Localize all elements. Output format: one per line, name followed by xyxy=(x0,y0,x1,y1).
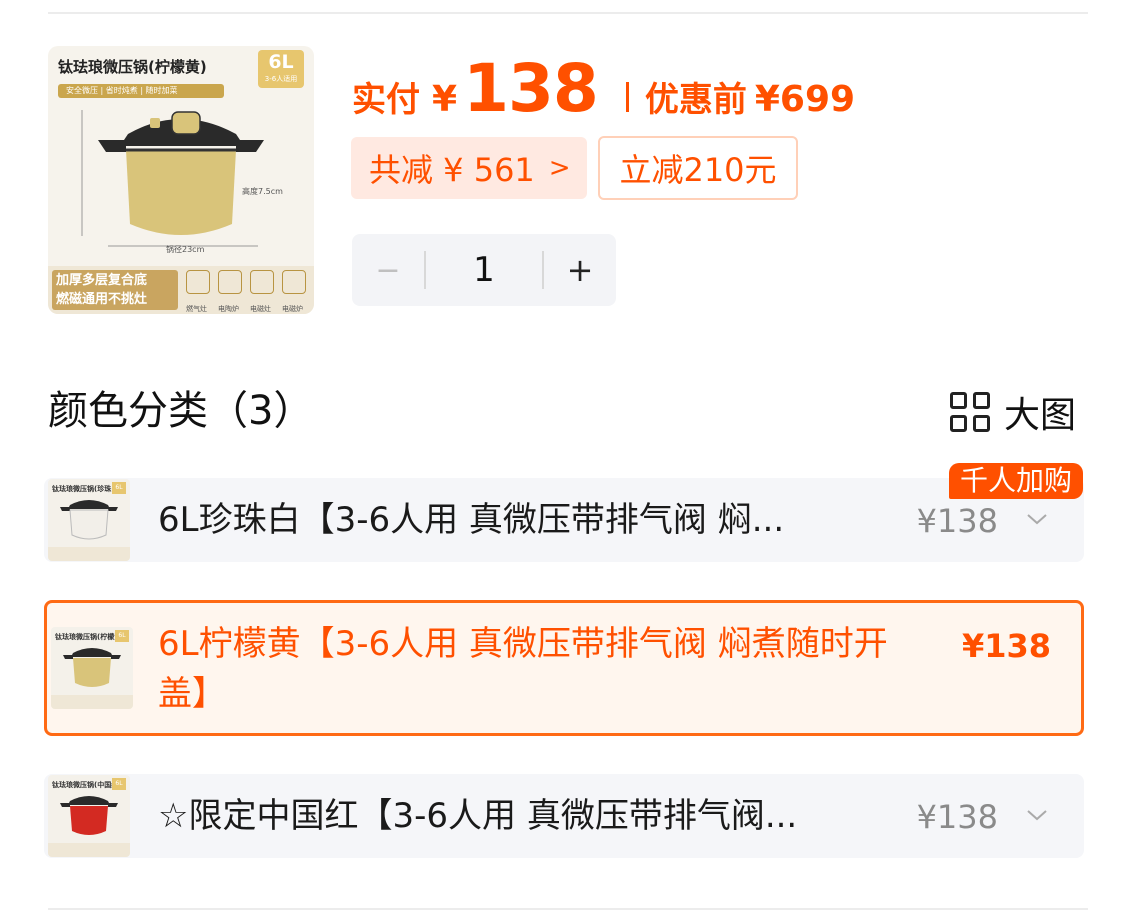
option-price: ¥138 xyxy=(961,627,1051,665)
option-thumbnail: 钛珐琅微压锅(中国红) 6L xyxy=(48,775,130,857)
color-category-title: 颜色分类（3） xyxy=(48,388,314,434)
currency-symbol: ¥ xyxy=(432,79,458,120)
option-price: ¥138 xyxy=(916,502,998,540)
product-image-title: 钛珐琅微压锅(柠檬黄) xyxy=(58,58,207,76)
quantity-input[interactable]: 1 xyxy=(426,250,542,290)
pot-height-label: 高度7.5cm xyxy=(242,187,283,196)
quantity-stepper: − 1 + xyxy=(352,234,616,306)
grid-view-icon xyxy=(950,392,990,432)
pot-icon xyxy=(63,648,121,687)
feature-text: 加厚多层复合底 燃磁通用不挑灶 xyxy=(52,270,178,310)
induction-stove-icon: 电磁灶 xyxy=(250,270,274,313)
original-price-label: 优惠前 xyxy=(644,80,747,120)
top-divider xyxy=(48,12,1088,14)
price-row: 实付 ¥ 138 优惠前 ¥699 xyxy=(352,50,856,127)
large-image-toggle[interactable]: 大图 xyxy=(950,386,1076,438)
pot-illustration xyxy=(81,110,264,247)
feature-tags: 安全微压 | 省时炖煮 | 随时加菜 xyxy=(58,84,224,98)
increase-button[interactable]: + xyxy=(544,251,616,289)
option-lemon-yellow[interactable]: 钛珐琅微压锅(柠檬黄) 6L 6L柠檬黄【3-6人用 真微压带排气阀 焖煮随时开… xyxy=(44,600,1084,736)
pot-icon xyxy=(60,796,118,835)
large-image-label: 大图 xyxy=(1004,395,1077,436)
option-name: 6L珍珠白【3-6人用 真微压带排气阀 焖... xyxy=(158,500,785,540)
hot-purchase-badge: 千人加购 xyxy=(949,463,1083,499)
decrease-button[interactable]: − xyxy=(352,253,424,288)
bottom-divider xyxy=(48,908,1088,910)
total-discount-text: 共减 ¥ 561 xyxy=(369,151,535,189)
instant-discount-badge: 立减210元 xyxy=(598,136,798,200)
total-discount-button[interactable]: 共减 ¥ 561 > xyxy=(351,137,587,199)
ceramic-stove-icon: 电陶炉 xyxy=(218,270,242,313)
induction-cooker-icon: 电磁炉 xyxy=(282,270,306,313)
stove-icons: 燃气灶 电陶炉 电磁灶 电磁炉 xyxy=(186,270,306,313)
gas-stove-icon: 燃气灶 xyxy=(186,270,210,313)
price-divider xyxy=(625,82,629,112)
option-price: ¥138 xyxy=(916,798,998,836)
chevron-down-icon[interactable] xyxy=(1026,804,1048,826)
pot-icon xyxy=(60,500,118,540)
paid-label: 实付 xyxy=(352,80,420,120)
option-name: 6L柠檬黄【3-6人用 真微压带排气阀 焖煮随时开盖】 xyxy=(158,624,888,714)
image-footer: 加厚多层复合底 燃磁通用不挑灶 燃气灶 电陶炉 电磁灶 电磁炉 xyxy=(48,266,314,314)
option-name: ☆限定中国红【3-6人用 真微压带排气阀... xyxy=(158,796,798,836)
pot-diameter-label: 锅径23cm xyxy=(166,245,205,254)
option-china-red[interactable]: 钛珐琅微压锅(中国红) 6L ☆限定中国红【3-6人用 真微压带排气阀... ¥… xyxy=(44,774,1084,858)
original-price: ¥699 xyxy=(754,79,856,120)
chevron-right-icon: > xyxy=(548,153,571,183)
volume-badge: 6L 3-6人适用 xyxy=(258,50,304,88)
chevron-down-icon[interactable] xyxy=(1026,508,1048,530)
option-pearl-white[interactable]: 钛珐琅微压锅(珍珠白) 6L 6L珍珠白【3-6人用 真微压带排气阀 焖... … xyxy=(44,478,1084,562)
option-thumbnail: 钛珐琅微压锅(柠檬黄) 6L xyxy=(51,627,133,709)
product-image[interactable]: 钛珐琅微压锅(柠檬黄) 6L 3-6人适用 安全微压 | 省时炖煮 | 随时加菜… xyxy=(48,46,314,314)
option-thumbnail: 钛珐琅微压锅(珍珠白) 6L xyxy=(48,479,130,561)
paid-amount: 138 xyxy=(463,50,599,127)
